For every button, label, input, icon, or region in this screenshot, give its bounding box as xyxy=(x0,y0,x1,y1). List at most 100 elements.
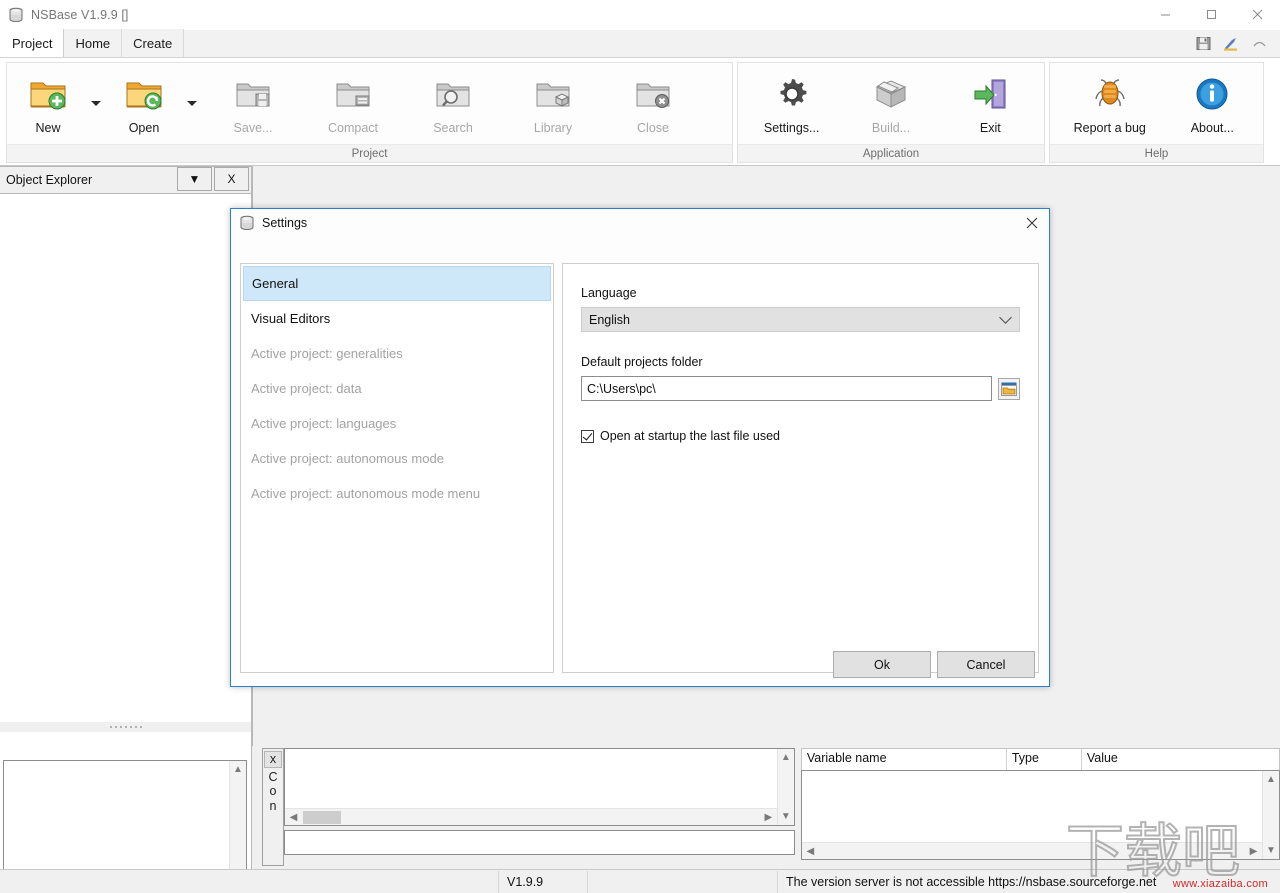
gear-icon xyxy=(772,74,812,114)
console-tab-label-2: o xyxy=(269,784,277,798)
settings-dialog: Settings General Visual Editors Active p… xyxy=(230,208,1050,687)
scroll-down-icon[interactable]: ▼ xyxy=(777,808,794,825)
folder-open-icon xyxy=(124,74,164,114)
database-icon xyxy=(8,7,24,23)
status-spacer xyxy=(588,870,778,893)
scroll-down-icon[interactable]: ▼ xyxy=(1263,842,1280,859)
ribbon-button-save-label: Save... xyxy=(233,120,273,135)
watermark-url: www.xiazaiba.com xyxy=(1172,878,1268,890)
object-explorer-title: Object Explorer xyxy=(6,173,93,187)
ribbon-button-library-label: Library xyxy=(533,120,573,135)
scroll-left-icon[interactable]: ◀ xyxy=(285,809,302,826)
variables-hscrollbar[interactable]: ◀ ▶ xyxy=(801,842,1262,860)
scroll-up-icon[interactable]: ▲ xyxy=(777,749,794,766)
cancel-button[interactable]: Cancel xyxy=(937,651,1035,678)
folder-library-icon xyxy=(533,74,573,114)
tab-home-label: Home xyxy=(75,35,111,51)
maximize-button[interactable] xyxy=(1188,0,1234,30)
ribbon-group-application: Settings... Build... Exit Application xyxy=(737,62,1045,163)
console-close-button[interactable]: x xyxy=(264,751,282,768)
folder-save-icon xyxy=(233,74,273,114)
ribbon-group-project-title: Project xyxy=(7,144,732,162)
tab-create-label: Create xyxy=(133,35,173,51)
folder-browse-icon[interactable] xyxy=(998,377,1020,400)
variables-column-type[interactable]: Type xyxy=(1007,749,1082,770)
folder-search-icon xyxy=(433,74,473,114)
default-folder-input[interactable]: C:\Users\pc\ xyxy=(581,376,992,401)
ribbon-button-exit[interactable]: Exit xyxy=(941,64,1039,144)
console-tab-strip[interactable]: x C o n xyxy=(262,748,284,866)
ribbon-button-search-label: Search xyxy=(433,120,473,135)
tab-project[interactable]: Project xyxy=(0,29,65,57)
settings-nav-data-label: Active project: data xyxy=(251,381,362,396)
object-explorer-splitter[interactable] xyxy=(0,722,251,732)
object-explorer-tree[interactable] xyxy=(0,194,251,722)
ribbon-button-new[interactable]: New xyxy=(11,64,85,144)
save-icon[interactable] xyxy=(1194,34,1212,52)
scroll-right-icon[interactable]: ▶ xyxy=(1245,843,1262,860)
tab-project-label: Project xyxy=(12,35,53,51)
ribbon-button-new-label: New xyxy=(35,120,61,135)
title-bar: NSBase V1.9.9 [] xyxy=(0,0,1280,30)
settings-general-pane: Language English Default projects folder… xyxy=(562,263,1039,673)
ribbon-group-help-title: Help xyxy=(1050,144,1263,162)
settings-nav-visual-editors[interactable]: Visual Editors xyxy=(243,301,551,336)
variables-list[interactable]: ▲ ▼ ◀ ▶ xyxy=(800,770,1280,860)
console-hscrollbar[interactable]: ◀ ▶ xyxy=(285,808,777,825)
status-version: V1.9.9 xyxy=(498,870,588,893)
ribbon-button-open-label: Open xyxy=(128,120,160,135)
variables-vscrollbar[interactable]: ▲ ▼ xyxy=(1262,771,1279,859)
ribbon-button-build-label: Build... xyxy=(871,120,911,135)
settings-nav-general[interactable]: General xyxy=(243,266,551,301)
scroll-up-icon[interactable]: ▲ xyxy=(230,761,247,778)
scroll-left-icon[interactable]: ◀ xyxy=(802,843,819,860)
object-explorer-close-button[interactable]: X xyxy=(214,167,249,191)
ribbon-button-search: Search xyxy=(403,64,503,144)
database-icon xyxy=(239,215,255,231)
ribbon-button-library: Library xyxy=(503,64,603,144)
chevron-down-icon[interactable]: ▼ xyxy=(177,167,212,191)
design-pencil-icon[interactable] xyxy=(1222,34,1240,52)
close-button[interactable] xyxy=(1234,0,1280,30)
open-last-file-checkbox-row[interactable]: Open at startup the last file used xyxy=(581,429,1020,443)
tab-home[interactable]: Home xyxy=(64,29,123,57)
settings-nav-visual-editors-label: Visual Editors xyxy=(251,311,331,326)
new-dropdown-arrow[interactable] xyxy=(85,64,107,144)
console-vscrollbar[interactable]: ▲ ▼ xyxy=(776,749,794,825)
console-tab-label-3: n xyxy=(269,798,277,813)
variables-panel: Variable name Type Value ▲ ▼ ◀ ▶ xyxy=(800,748,1280,866)
folder-close-icon xyxy=(633,74,673,114)
box-icon xyxy=(871,74,911,114)
ok-button[interactable]: Ok xyxy=(833,651,931,678)
open-last-file-checkbox[interactable] xyxy=(581,429,594,443)
tab-create[interactable]: Create xyxy=(122,29,185,57)
settings-dialog-close-button[interactable] xyxy=(1017,210,1047,236)
variables-column-name[interactable]: Variable name xyxy=(802,749,1007,770)
folder-add-icon xyxy=(28,74,68,114)
ribbon-button-open[interactable]: Open xyxy=(107,64,181,144)
settings-dialog-title: Settings xyxy=(262,216,308,230)
settings-nav-autonomous-mode-menu-label: Active project: autonomous mode menu xyxy=(251,486,481,501)
scroll-right-icon[interactable]: ▶ xyxy=(760,809,777,826)
console-output[interactable]: ▲ ▼ ◀ ▶ xyxy=(284,748,795,826)
chevron-up-icon[interactable] xyxy=(1250,34,1268,52)
settings-nav-data: Active project: data xyxy=(243,371,551,406)
ribbon-button-compact: Compact xyxy=(303,64,403,144)
ribbon-button-close-project: Close xyxy=(603,64,703,144)
settings-nav-generalities-label: Active project: generalities xyxy=(251,346,403,361)
splitter-grip-icon xyxy=(109,726,142,728)
console-tab-label: C xyxy=(268,769,278,784)
ribbon-button-report-bug[interactable]: Report a bug xyxy=(1056,64,1164,144)
minimize-button[interactable] xyxy=(1142,0,1188,30)
ribbon-button-about[interactable]: About... xyxy=(1167,64,1257,144)
console-input[interactable] xyxy=(284,830,795,855)
console-hscroll-thumb[interactable] xyxy=(303,811,341,824)
ribbon-button-compact-label: Compact xyxy=(327,120,379,135)
ribbon-group-help: Report a bug About... Help xyxy=(1049,62,1264,163)
language-select[interactable]: English xyxy=(581,307,1020,332)
variables-column-value[interactable]: Value xyxy=(1082,749,1279,770)
ribbon-button-settings[interactable]: Settings... xyxy=(743,64,841,144)
open-dropdown-arrow[interactable] xyxy=(181,64,203,144)
scroll-up-icon[interactable]: ▲ xyxy=(1263,771,1280,788)
ribbon-button-report-bug-label: Report a bug xyxy=(1073,120,1146,135)
